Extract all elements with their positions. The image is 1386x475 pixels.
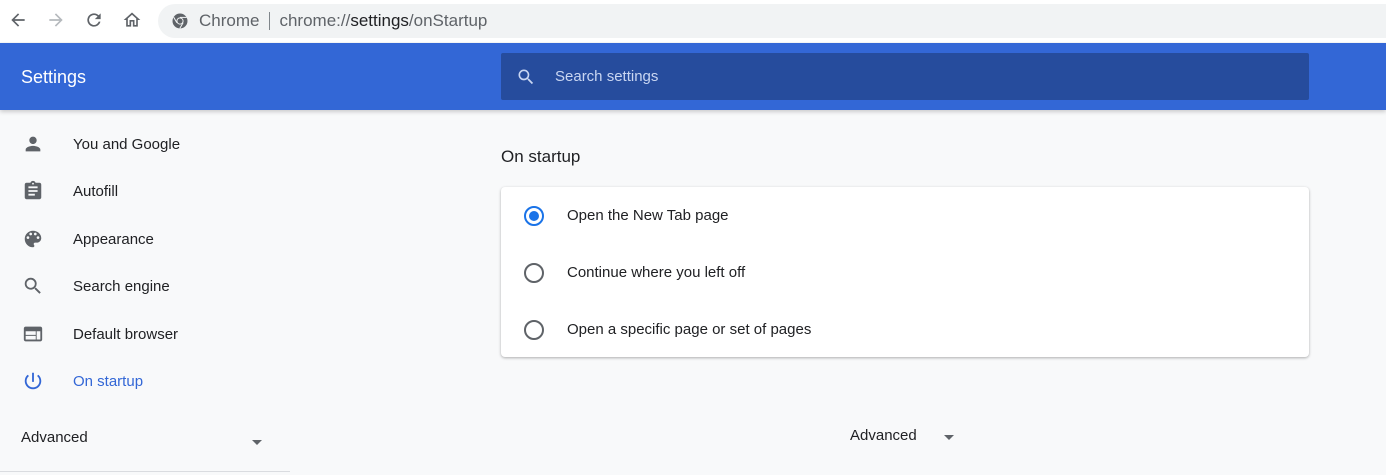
back-button[interactable]	[3, 5, 33, 35]
url-text: chrome://settings/onStartup	[279, 11, 487, 31]
home-button[interactable]	[117, 5, 147, 35]
sidebar-item-label: You and Google	[73, 135, 181, 153]
startup-option-new-tab[interactable]: Open the New Tab page	[501, 187, 1309, 244]
section-title: On startup	[501, 147, 581, 166]
radio-button-checked[interactable]	[524, 205, 544, 226]
sidebar-advanced-toggle[interactable]: Advanced	[0, 415, 290, 459]
forward-arrow-icon	[49, 13, 63, 27]
radio-label: Open a specific page or set of pages	[567, 321, 812, 338]
sidebar-item-appearance[interactable]: Appearance	[0, 217, 290, 261]
startup-options-card: Open the New Tab page Continue where you…	[501, 187, 1309, 357]
sidebar-item-label: Default browser	[73, 325, 179, 343]
clipboard-icon	[22, 180, 44, 202]
omnibox-divider	[269, 12, 271, 30]
search-icon	[516, 67, 536, 87]
forward-button[interactable]	[41, 5, 71, 35]
reload-icon	[87, 13, 101, 27]
sidebar-advanced-label: Advanced	[21, 428, 88, 446]
sidebar-item-label: Appearance	[73, 230, 154, 248]
sidebar-item-on-startup[interactable]: On startup	[0, 359, 290, 403]
sidebar: You and Google Autofill Appearance Searc…	[0, 110, 290, 475]
person-icon	[22, 133, 44, 155]
advanced-settings-toggle[interactable]: Advanced	[850, 424, 954, 446]
advanced-label: Advanced	[850, 426, 917, 444]
radio-label: Continue where you left off	[567, 264, 746, 281]
arrow-drop-down-icon	[943, 427, 954, 445]
browser-toolbar: Chrome chrome://settings/onStartup	[0, 0, 1386, 42]
radio-label: Open the New Tab page	[567, 207, 729, 224]
page-title: Settings	[21, 67, 87, 87]
back-arrow-icon	[11, 13, 25, 27]
arrow-drop-down-icon	[252, 432, 262, 450]
url-host: settings	[350, 11, 409, 30]
power-icon	[22, 370, 44, 392]
radio-button[interactable]	[524, 319, 544, 340]
sidebar-item-label: On startup	[73, 372, 144, 390]
sidebar-item-you-and-google[interactable]: You and Google	[0, 122, 290, 166]
home-icon	[123, 12, 141, 27]
palette-icon	[22, 228, 44, 250]
sidebar-item-autofill[interactable]: Autofill	[0, 169, 290, 213]
sidebar-item-default-browser[interactable]: Default browser	[0, 312, 290, 356]
reload-button[interactable]	[79, 5, 109, 35]
search-box[interactable]	[501, 53, 1309, 100]
sidebar-divider	[0, 471, 290, 472]
search-input[interactable]	[555, 68, 1309, 85]
chrome-logo-icon	[172, 13, 188, 29]
address-bar[interactable]: Chrome chrome://settings/onStartup	[158, 4, 1386, 38]
sidebar-item-label: Autofill	[73, 182, 119, 200]
url-scheme: chrome://	[279, 11, 351, 30]
radio-button[interactable]	[524, 262, 544, 283]
search-icon	[22, 275, 44, 297]
browser-window-icon	[22, 323, 44, 345]
url-path: /onStartup	[408, 11, 488, 30]
settings-header: Settings	[0, 43, 1386, 110]
startup-option-specific-pages[interactable]: Open a specific page or set of pages	[501, 301, 1309, 358]
site-chip-label: Chrome	[199, 11, 260, 30]
sidebar-item-search-engine[interactable]: Search engine	[0, 264, 290, 308]
startup-option-continue[interactable]: Continue where you left off	[501, 244, 1309, 301]
sidebar-item-label: Search engine	[73, 277, 170, 295]
